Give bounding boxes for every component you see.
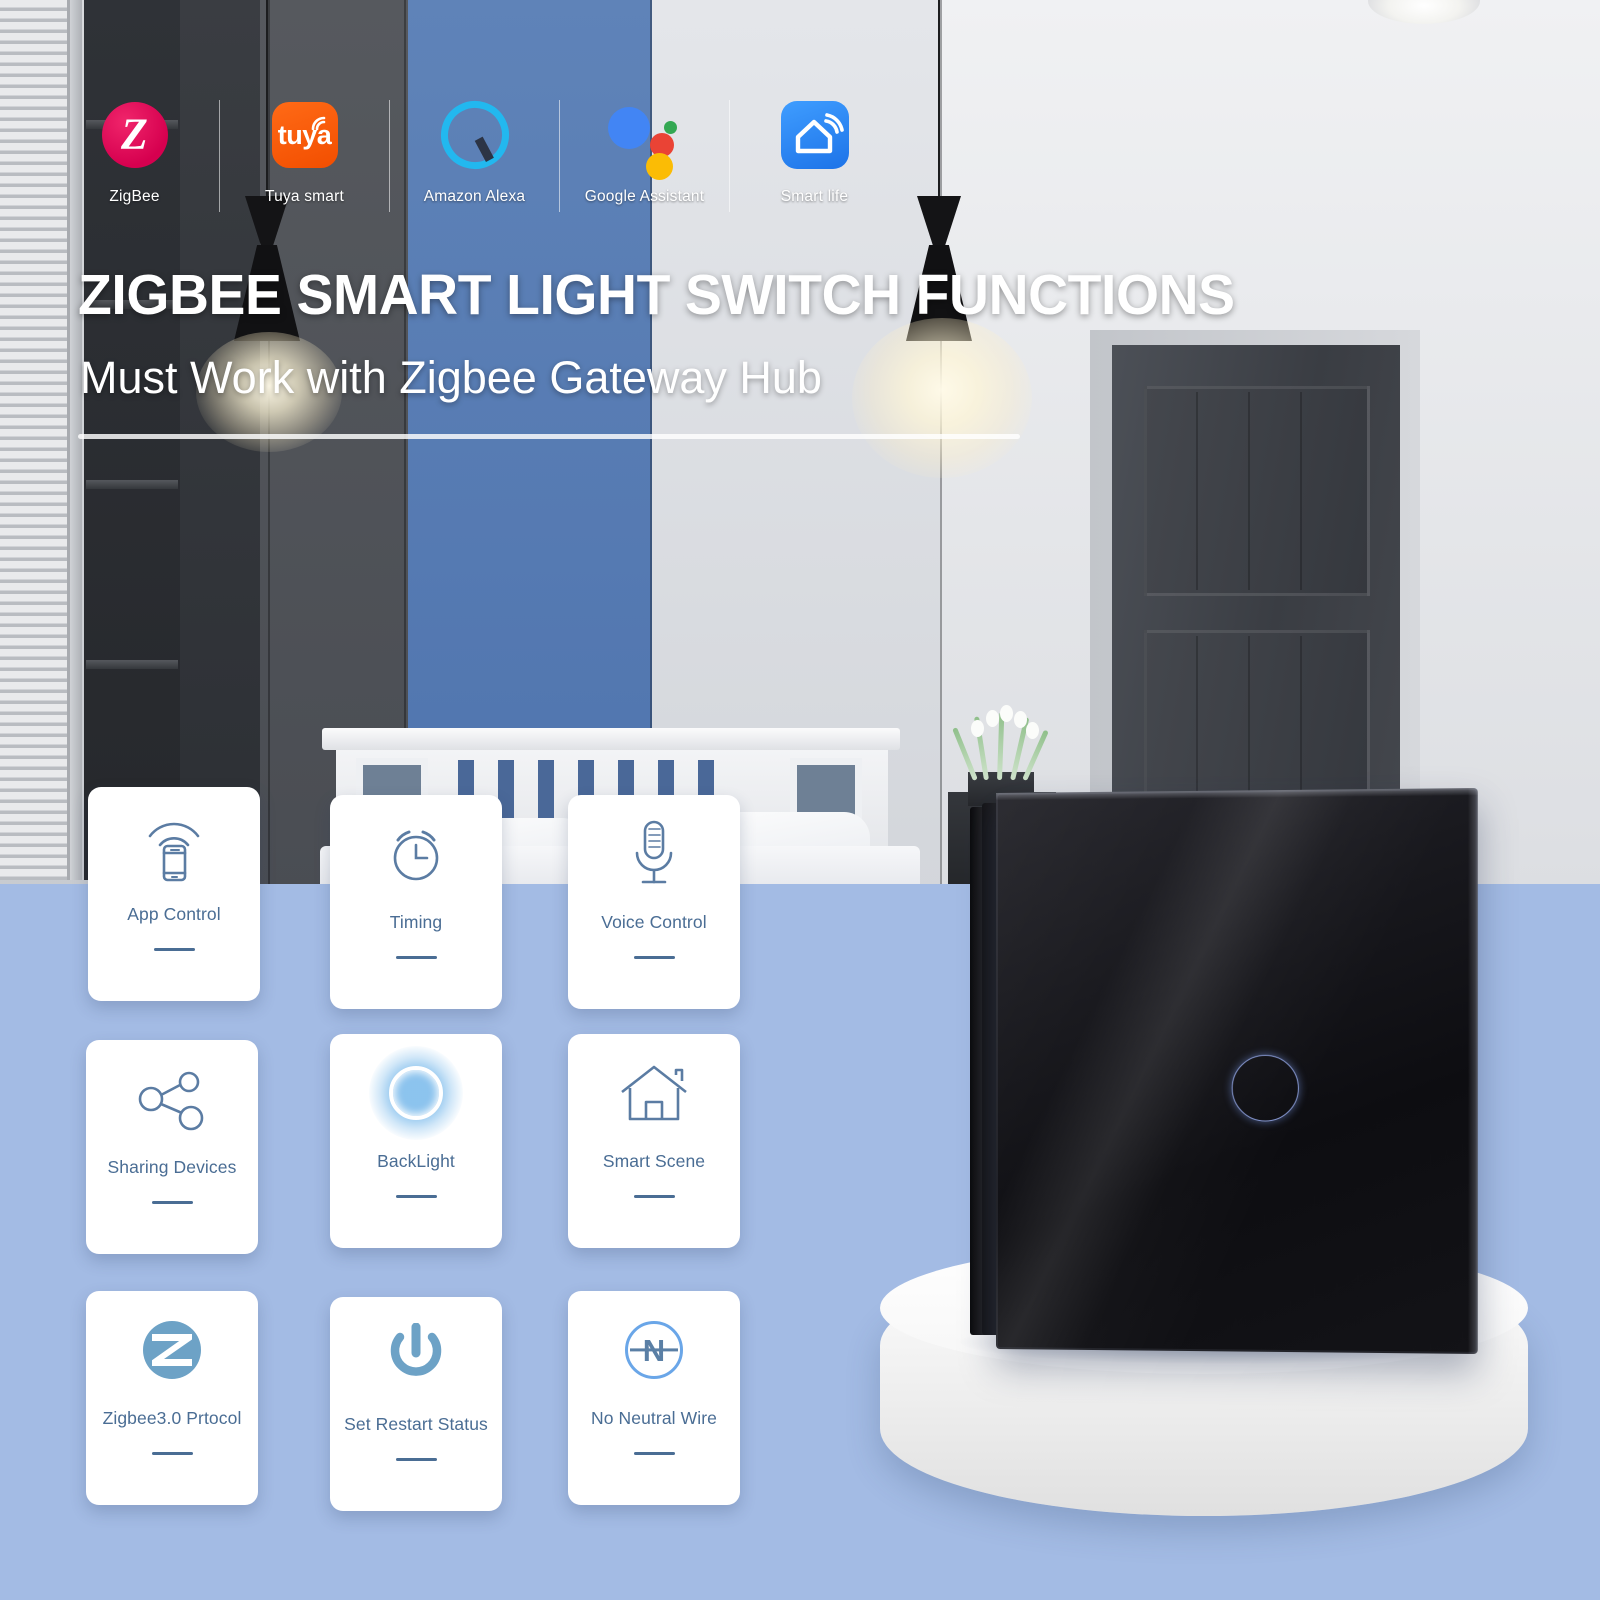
feature-label: BackLight	[377, 1151, 455, 1171]
brand-item-alexa: Amazon Alexa	[412, 89, 537, 206]
title-divider-rule	[78, 434, 1020, 439]
tuya-logo-icon: tuya	[271, 96, 338, 174]
feature-label: Set Restart Status	[344, 1414, 488, 1434]
product-marketing-banner: Z ZigBee tuya Tuya smart Amazon Alexa Go…	[0, 0, 1600, 1600]
brand-label: Smart life	[780, 188, 849, 205]
feature-card-timing[interactable]: Timing	[330, 795, 502, 1009]
brand-divider	[559, 100, 560, 212]
feature-card-backlight[interactable]: BackLight	[330, 1034, 502, 1248]
feature-card-smart-scene[interactable]: Smart Scene	[568, 1034, 740, 1248]
microphone-icon	[568, 795, 740, 913]
brand-item-google-assistant: Google Assistant	[582, 96, 707, 206]
page-title: ZIGBEE SMART LIGHT SWITCH FUNCTIONS	[78, 263, 1235, 327]
brand-label: Tuya smart	[265, 188, 344, 205]
card-underline	[395, 956, 437, 960]
phone-wifi-icon	[88, 787, 260, 905]
glowing-ring-icon	[330, 1034, 502, 1152]
feature-card-sharing-devices[interactable]: Sharing Devices	[86, 1040, 258, 1254]
card-underline	[151, 1452, 193, 1456]
feature-card-set-restart-status[interactable]: Set Restart Status	[330, 1297, 502, 1511]
louvered-shutter	[0, 0, 70, 880]
compatibility-brand-row: Z ZigBee tuya Tuya smart Amazon Alexa Go…	[72, 89, 877, 212]
card-underline	[151, 1201, 193, 1205]
house-wifi-icon	[795, 113, 844, 154]
feature-label: App Control	[127, 904, 221, 924]
brand-label: Google Assistant	[584, 188, 705, 205]
zigbee-smart-touch-light-switch[interactable]	[970, 788, 1478, 1354]
lamp-glow	[852, 318, 1032, 478]
feature-card-no-neutral-wire[interactable]: N No Neutral Wire	[568, 1291, 740, 1505]
brand-divider	[389, 100, 390, 212]
switch-right-bevel	[1468, 788, 1478, 1354]
zigbee-logo-icon: Z	[101, 96, 168, 174]
brand-item-zigbee: Z ZigBee	[72, 96, 197, 206]
feature-card-voice-control[interactable]: Voice Control	[568, 795, 740, 1009]
brand-item-tuya: tuya Tuya smart	[242, 96, 367, 206]
feature-label: Smart Scene	[602, 1151, 706, 1171]
brand-divider	[729, 100, 730, 212]
alarm-clock-icon	[330, 795, 502, 913]
google-assistant-logo-icon	[606, 96, 684, 180]
house-icon	[568, 1034, 740, 1152]
feature-label: Sharing Devices	[107, 1157, 237, 1177]
card-underline	[395, 1458, 437, 1462]
shelf	[86, 660, 178, 669]
brand-label: Amazon Alexa	[423, 188, 526, 205]
door-panel	[1144, 386, 1370, 596]
feature-card-app-control[interactable]: App Control	[88, 787, 260, 1001]
card-underline	[633, 1195, 675, 1199]
share-nodes-icon	[86, 1040, 258, 1158]
brand-item-smart-life: Smart life	[752, 96, 877, 206]
brand-label: ZigBee	[109, 188, 160, 205]
switch-glass-panel[interactable]	[996, 788, 1478, 1354]
card-underline	[395, 1195, 437, 1199]
feature-label: No Neutral Wire	[591, 1408, 717, 1428]
touch-button-indicator[interactable]	[1231, 1054, 1299, 1122]
feature-label: Voice Control	[601, 912, 707, 932]
wifi-arc-icon	[311, 116, 325, 131]
card-underline	[633, 1452, 675, 1456]
power-icon	[330, 1297, 502, 1415]
feature-label: Timing	[389, 912, 443, 932]
card-underline	[633, 956, 675, 960]
feature-label: Zigbee3.0 Prtocol	[102, 1408, 242, 1428]
shelf	[86, 480, 178, 489]
feature-card-zigbee-protocol[interactable]: Zigbee3.0 Prtocol	[86, 1291, 258, 1505]
pendant-cord	[938, 0, 940, 200]
alexa-logo-icon	[428, 89, 521, 181]
card-underline	[153, 948, 195, 952]
page-subtitle: Must Work with Zigbee Gateway Hub	[80, 352, 822, 403]
brand-divider	[219, 100, 220, 212]
no-neutral-n-icon: N	[568, 1291, 740, 1409]
zigbee-badge-icon	[86, 1291, 258, 1409]
smart-life-logo-icon	[780, 96, 849, 174]
bed-headboard-rail	[322, 728, 900, 750]
